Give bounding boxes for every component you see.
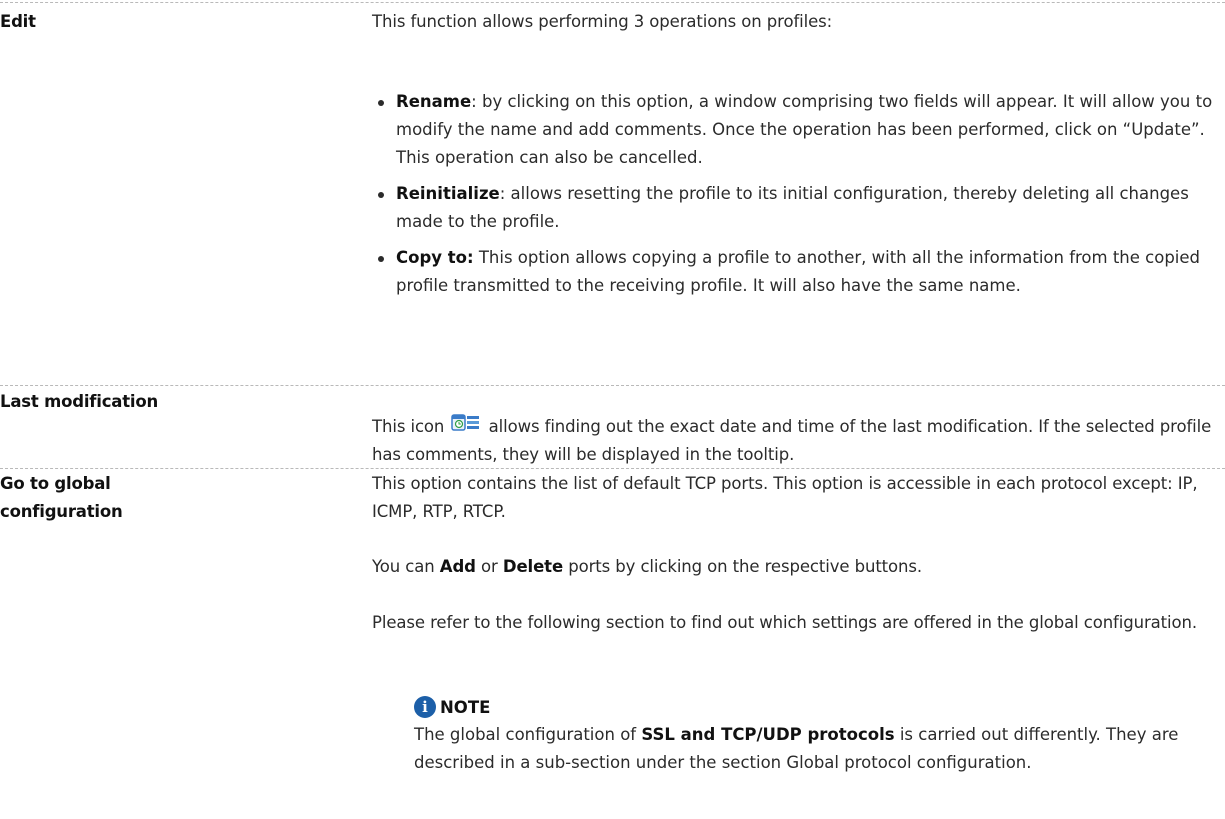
info-icon: i (414, 696, 436, 718)
row-divider (0, 385, 1225, 386)
edit-intro: This function allows performing 3 operat… (372, 8, 1217, 36)
last-mod-text-after: allows finding out the exact date and ti… (372, 417, 1212, 464)
note-body-bold: SSL and TCP/UDP protocols (641, 725, 895, 744)
row-divider (0, 468, 1225, 469)
para2-or: or (475, 557, 503, 576)
global-config-para-2: You can Add or Delete ports by clicking … (372, 553, 1217, 581)
global-config-para-3-text: Please refer to the following section to… (372, 613, 1198, 632)
global-config-para-3: Please refer to the following section to… (372, 609, 1217, 637)
copy-to-text: This option allows copying a profile to … (396, 248, 1201, 295)
list-item-copy-to: Copy to: This option allows copying a pr… (372, 244, 1217, 300)
term-edit: Edit (0, 12, 36, 31)
reinitialize-label: Reinitialize (396, 184, 500, 203)
note-title: NOTE (440, 697, 491, 717)
delete-keyword: Delete (502, 557, 564, 576)
rename-text: : by clicking on this option, a window c… (396, 92, 1213, 167)
row-divider (0, 2, 1225, 3)
term-line-2: configuration (0, 502, 123, 521)
global-config-para-1-text: This option contains the list of default… (372, 474, 1198, 521)
global-config-para-1: This option contains the list of default… (372, 470, 1217, 526)
note-body-prefix: The global configuration of (414, 725, 642, 744)
note-box: i NOTE The global configuration of SSL a… (414, 693, 1214, 777)
edit-operations-list: Rename: by clicking on this option, a wi… (372, 88, 1217, 308)
list-item-rename: Rename: by clicking on this option, a wi… (372, 88, 1217, 172)
reinitialize-text: : allows resetting the profile to its in… (396, 184, 1189, 231)
edit-intro-text: This function allows performing 3 operat… (372, 12, 833, 31)
rename-label: Rename (396, 92, 472, 111)
para2-suffix: ports by clicking on the respective butt… (563, 557, 923, 576)
note-header: i NOTE (414, 693, 1214, 721)
add-keyword: Add (439, 557, 476, 576)
calendar-clock-icon (451, 412, 481, 434)
note-body: The global configuration of SSL and TCP/… (414, 721, 1214, 777)
copy-to-label: Copy to: (396, 248, 474, 267)
term-last-modification: Last modification (0, 392, 159, 411)
last-modification-desc: This icon allows finding out the exact d… (372, 412, 1217, 469)
last-mod-text-before: This icon (372, 417, 445, 436)
list-item-reinitialize: Reinitialize: allows resetting the profi… (372, 180, 1217, 236)
term-line-1: Go to global (0, 474, 111, 493)
term-go-to-global-configuration: Go to global configuration (0, 470, 123, 526)
para2-prefix: You can (372, 557, 440, 576)
